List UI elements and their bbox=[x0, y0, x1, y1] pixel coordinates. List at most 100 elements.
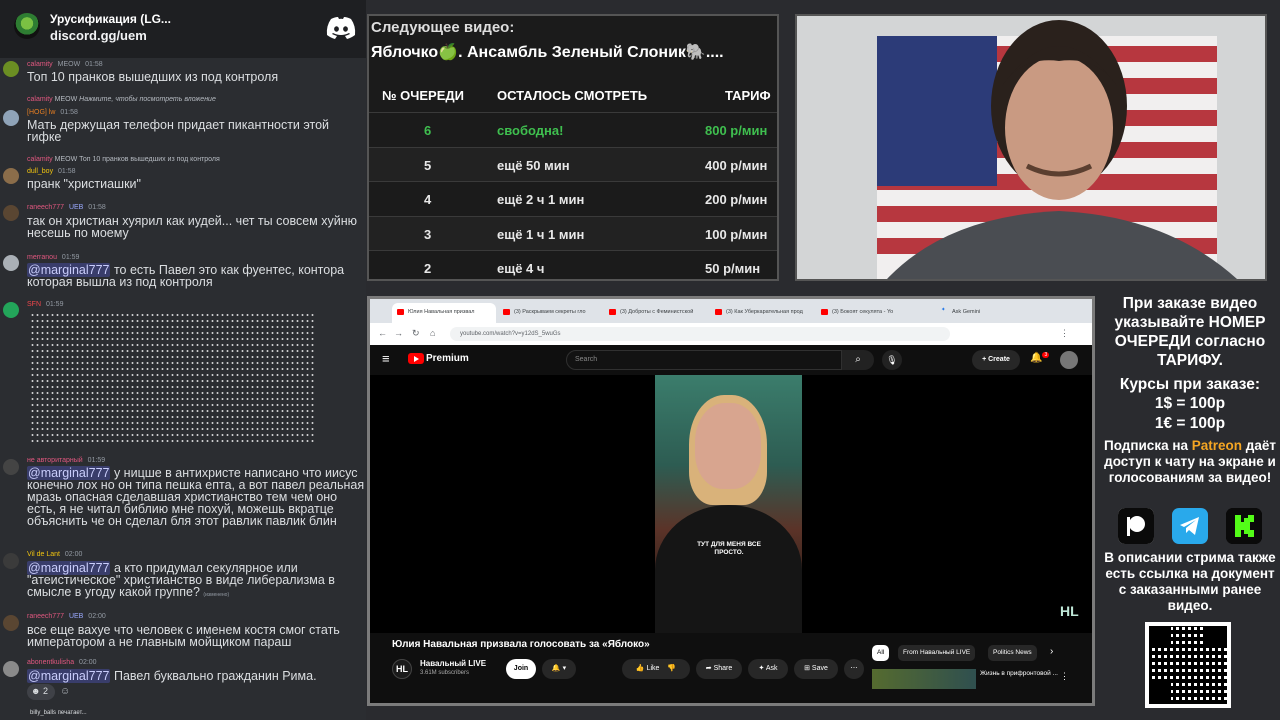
share-label: Share bbox=[713, 665, 733, 672]
channel-name[interactable]: Навальный LIVE bbox=[420, 659, 486, 668]
reload-icon[interactable]: ↻ bbox=[412, 328, 420, 339]
username[interactable]: SFN bbox=[27, 301, 41, 308]
avatar bbox=[3, 168, 19, 184]
back-icon[interactable]: ← bbox=[378, 328, 387, 338]
rate-header: ТАРИФ bbox=[725, 88, 771, 103]
video-player[interactable]: ТУТ ДЛЯ МЕНЯ ВСЕ ПРОСТО. HL bbox=[370, 375, 1092, 633]
username[interactable]: abonentkulisha bbox=[27, 659, 74, 666]
create-button[interactable]: + Create bbox=[972, 350, 1020, 370]
share-button[interactable]: ➦ Share bbox=[696, 659, 742, 679]
browser-tab[interactable]: (3) Бокоят секулята - Yo bbox=[816, 303, 920, 323]
url-field[interactable]: youtube.com/watch?v=y12dS_5wuGs bbox=[450, 327, 950, 341]
reply-badge: MEOW bbox=[54, 96, 78, 103]
avatar bbox=[3, 459, 19, 475]
more-vert-icon[interactable]: ⋮ bbox=[1060, 671, 1069, 682]
youtube-logo[interactable]: Premium bbox=[408, 353, 469, 364]
hamburger-menu-icon[interactable]: ≡ bbox=[382, 351, 390, 366]
youtube-favicon-icon bbox=[503, 309, 510, 315]
youtube-favicon-icon bbox=[609, 309, 616, 315]
search-icon[interactable]: ⌕ bbox=[842, 350, 874, 370]
queue-number: 6 bbox=[424, 123, 432, 138]
tab-label: (3) Раскрываем секреты гло bbox=[514, 309, 586, 315]
browser-tab[interactable]: Юлия Навальная призвал bbox=[392, 303, 496, 323]
chip-politics-news[interactable]: Politics News bbox=[988, 645, 1037, 661]
notifications-dropdown[interactable]: 🔔 ▾ bbox=[542, 659, 576, 679]
add-reaction-icon[interactable]: ☺ bbox=[60, 686, 70, 697]
more-actions-icon[interactable]: ⋯ bbox=[844, 659, 864, 679]
username[interactable]: raneech777 bbox=[27, 613, 64, 620]
chat-message: calamity MEOW Топ 10 пранков вышедших из… bbox=[0, 154, 366, 192]
username[interactable]: не авторитарный bbox=[27, 457, 83, 464]
browser-tab[interactable]: (3) Доброты с Феминистской bbox=[604, 303, 708, 323]
menu-icon[interactable]: ⋮ bbox=[1060, 328, 1069, 339]
rate-usd: 1$ = 100р bbox=[1154, 395, 1226, 412]
username[interactable]: Vil de Lant bbox=[27, 551, 60, 558]
notifications-bell-icon[interactable]: 🔔 3 bbox=[1030, 352, 1050, 363]
recommended-video[interactable]: Жизнь в прифронтовой ... ⋮ bbox=[872, 669, 1082, 689]
timestamp: 01:59 bbox=[87, 457, 106, 464]
message-meta: calamity MEOW 01:58 bbox=[27, 61, 103, 68]
chat-message: raneech777 UEB 01:58 так он христиан хуя… bbox=[0, 202, 366, 242]
timestamp: 01:58 bbox=[85, 61, 103, 68]
forward-icon[interactable]: → bbox=[394, 328, 403, 338]
avatar bbox=[3, 255, 19, 271]
tab-label: (3) Бокоят секулята - Yo bbox=[832, 309, 894, 315]
gemini-button[interactable]: ✦ Ask Gemini bbox=[936, 303, 1016, 323]
patreon-icon bbox=[1118, 508, 1154, 544]
reply-username: calamity bbox=[27, 156, 53, 163]
chat-message: calamity MEOW Нажмите, чтобы посмотреть … bbox=[0, 94, 366, 146]
username[interactable]: merranou bbox=[27, 254, 57, 261]
reply-preview[interactable]: calamity MEOW Топ 10 пранков вышедших из… bbox=[27, 156, 220, 163]
queue-remaining: свободна! bbox=[497, 123, 564, 138]
message-text: @marginal777 у ницше в антихристе написа… bbox=[27, 466, 365, 527]
chip-all[interactable]: All bbox=[872, 645, 890, 661]
reply-text: Нажмите, чтобы посмотреть вложение bbox=[79, 96, 216, 103]
kick-icon bbox=[1226, 508, 1262, 544]
dislike-icon[interactable]: 👎 bbox=[667, 665, 676, 672]
username[interactable]: dull_boy bbox=[27, 168, 53, 175]
browser-tab[interactable]: (3) Раскрываем секреты гло bbox=[498, 303, 602, 323]
chip-from-channel[interactable]: From Навальный LIVE bbox=[898, 645, 976, 661]
timestamp: 01:58 bbox=[88, 204, 106, 211]
chat-message: не авторитарный 01:59 @marginal777 у ниц… bbox=[0, 456, 366, 544]
notification-count: 3 bbox=[1042, 352, 1050, 358]
qr-code-icon bbox=[1145, 622, 1231, 708]
queue-row: 3 ещё 1 ч 1 мин 100 р/мин bbox=[369, 216, 777, 250]
queue-remaining: ещё 1 ч 1 мин bbox=[497, 227, 585, 242]
username[interactable]: [HOG] lw bbox=[27, 109, 55, 116]
queue-price: 100 р/мин bbox=[705, 227, 768, 242]
reply-preview[interactable]: calamity MEOW Нажмите, чтобы посмотреть … bbox=[27, 96, 216, 103]
ask-button[interactable]: ✦ Ask bbox=[748, 659, 788, 679]
queue-price: 400 р/мин bbox=[705, 158, 768, 173]
queue-number: 3 bbox=[424, 227, 432, 242]
channel-avatar[interactable]: HL bbox=[392, 659, 412, 679]
recommended-title: Жизнь в прифронтовой ... bbox=[980, 670, 1058, 677]
message-meta: abonentkulisha 02:00 bbox=[27, 659, 97, 666]
join-button[interactable]: Join bbox=[506, 659, 536, 679]
browser-window: Юлия Навальная призвал (3) Раскрываем се… bbox=[367, 296, 1095, 706]
browser-tab[interactable]: (3) Как Уберкарательная прод bbox=[710, 303, 814, 323]
message-text: @marginal777 то есть Павел это как фуент… bbox=[27, 263, 365, 288]
search-input[interactable]: Search bbox=[566, 350, 842, 370]
save-button[interactable]: ⊞ Save bbox=[794, 659, 838, 679]
microphone-icon[interactable]: 🎙 bbox=[882, 350, 902, 370]
username[interactable]: calamity bbox=[27, 61, 53, 68]
youtube-topbar: ≡ Premium Search ⌕ 🎙 + Create 🔔 3 bbox=[370, 345, 1092, 375]
youtube-favicon-icon bbox=[821, 309, 828, 315]
username[interactable]: raneech777 bbox=[27, 204, 64, 211]
message-meta: dull_boy 01:58 bbox=[27, 168, 76, 175]
home-icon[interactable]: ⌂ bbox=[430, 328, 435, 338]
edited-tag: (изменено) bbox=[203, 592, 230, 598]
chevron-right-icon[interactable]: › bbox=[1050, 646, 1053, 657]
user-avatar[interactable] bbox=[1060, 351, 1078, 369]
timestamp: 01:58 bbox=[58, 168, 76, 175]
reaction-button[interactable]: ☻ 2 bbox=[27, 684, 55, 700]
typing-indicator: billy_balls печатает... bbox=[30, 710, 87, 716]
timestamp: 01:59 bbox=[45, 301, 64, 308]
save-label: Save bbox=[811, 665, 828, 672]
message-text: @marginal777 Павел буквально гражданин Р… bbox=[27, 669, 365, 683]
message-meta: raneech777 UEB 01:58 bbox=[27, 204, 106, 211]
like-button[interactable]: 👍 Like bbox=[636, 665, 660, 672]
user-mention[interactable]: @marginal777 bbox=[27, 669, 111, 683]
server-name: Урусификация (LG... bbox=[50, 12, 171, 26]
